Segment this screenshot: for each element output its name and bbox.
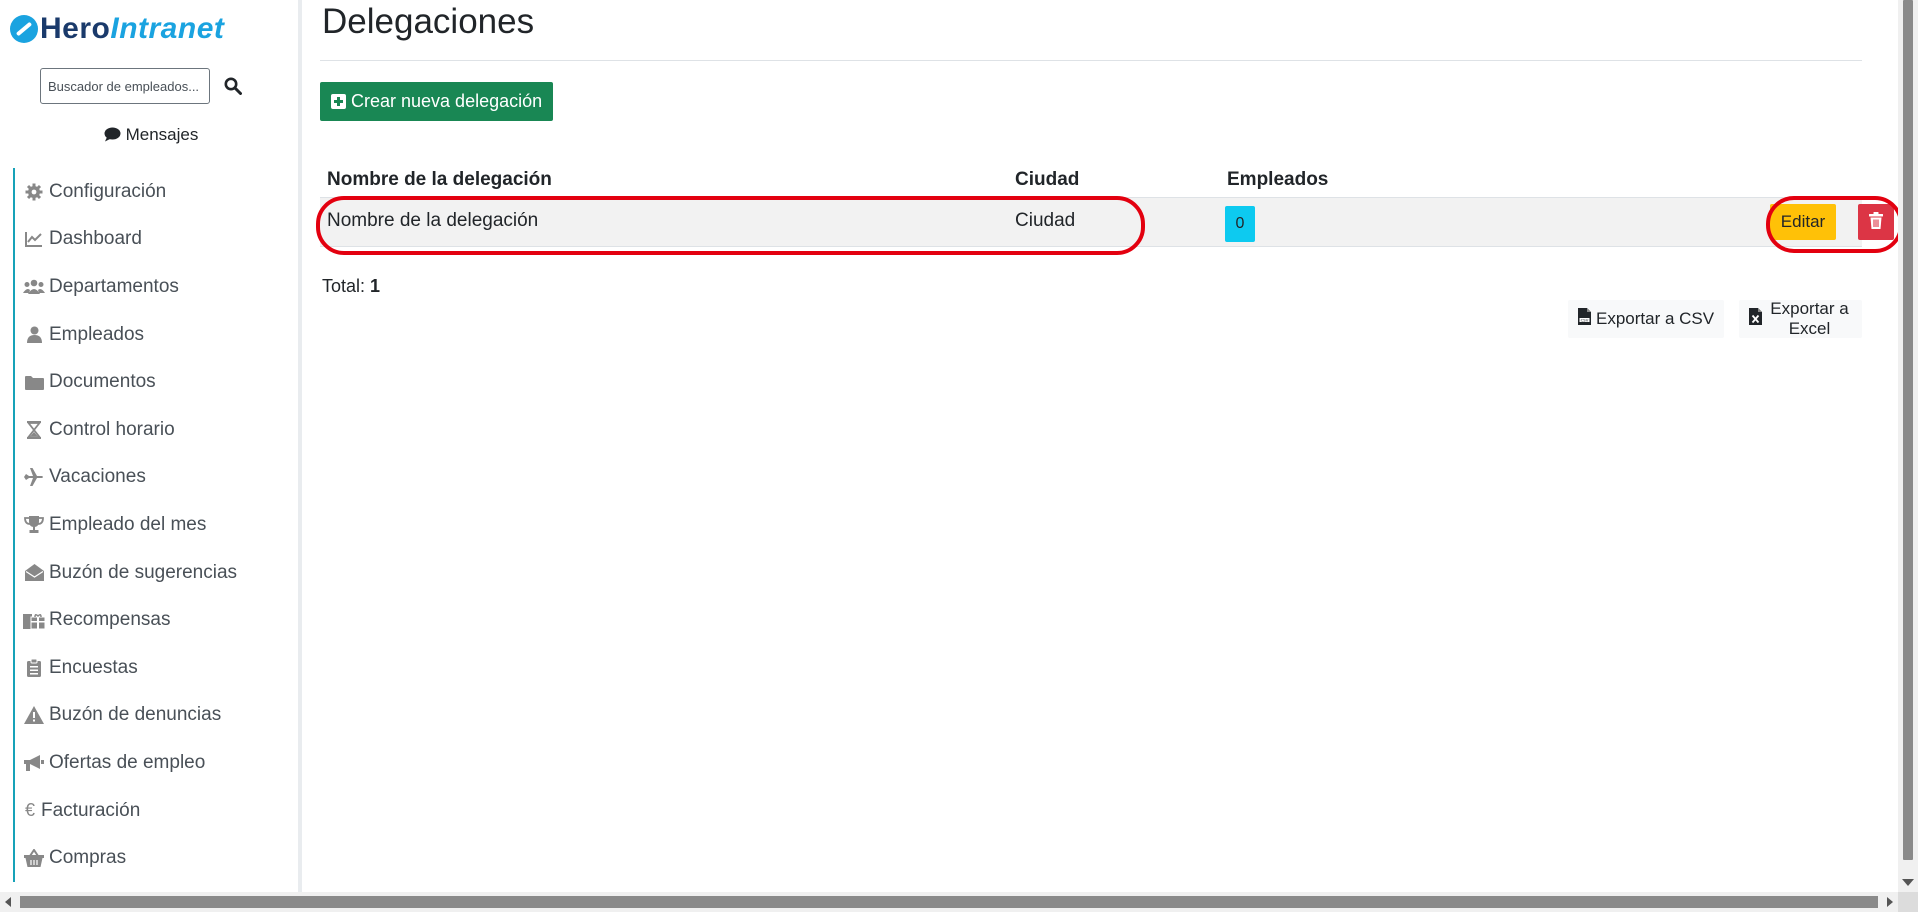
scroll-left-arrow-icon[interactable]	[5, 897, 11, 907]
sidebar-item-label: Vacaciones	[49, 466, 146, 488]
trophy-icon	[23, 514, 45, 536]
sidebar-item-label: Encuestas	[49, 656, 138, 678]
highlight-annotation-actions	[1766, 196, 1903, 253]
vertical-scrollbar[interactable]	[1898, 0, 1918, 892]
euro-icon: €	[24, 800, 35, 821]
column-header-employees: Empleados	[1227, 169, 1329, 190]
sidebar-item-label: Control horario	[49, 418, 175, 440]
users-icon	[23, 276, 45, 298]
sidebar-item-label: Facturación	[41, 799, 141, 821]
gear-icon	[23, 181, 45, 203]
logo-intranet-text: Intranet	[110, 12, 225, 45]
sidebar-item-buzon-denuncias[interactable]: Buzón de denuncias	[15, 692, 293, 740]
file-excel-icon	[1749, 308, 1762, 330]
sidebar-item-label: Documentos	[49, 371, 156, 393]
title-divider	[320, 60, 1862, 61]
highlight-annotation-row	[316, 196, 1145, 255]
app-window: HeroIntranet Mensajes Configuración	[0, 0, 1918, 912]
sidebar-item-label: Compras	[49, 847, 127, 869]
scroll-right-arrow-icon[interactable]	[1887, 897, 1893, 907]
scrollbar-corner	[1898, 892, 1918, 912]
sidebar-item-ofertas-empleo[interactable]: Ofertas de empleo	[15, 739, 293, 787]
scroll-down-arrow-icon[interactable]	[1902, 879, 1914, 886]
warning-icon	[23, 704, 45, 726]
sidebar-item-label: Empleado del mes	[49, 513, 207, 535]
horizontal-scroll-thumb[interactable]	[20, 896, 1878, 908]
employee-count-badge: 0	[1225, 206, 1255, 242]
sidebar-item-label: Buzón de sugerencias	[49, 561, 238, 583]
plus-square-icon	[331, 94, 346, 109]
envelope-open-icon	[23, 562, 45, 584]
create-delegation-label: Crear nueva delegación	[351, 91, 543, 111]
gifts-icon	[23, 609, 45, 631]
messages-link[interactable]: Mensajes	[0, 125, 298, 147]
messages-label: Mensajes	[125, 125, 199, 144]
logo[interactable]: HeroIntranet	[10, 12, 224, 46]
sidebar-item-label: Empleados	[49, 323, 145, 345]
hourglass-icon	[23, 419, 45, 441]
sidebar-item-encuestas[interactable]: Encuestas	[15, 644, 293, 692]
sidebar-item-empleados[interactable]: Empleados	[15, 311, 293, 359]
export-csv-label: Exportar a CSV	[1596, 309, 1715, 328]
basket-icon	[23, 847, 45, 869]
user-icon	[23, 324, 45, 346]
export-excel-label: Exportar a Excel	[1770, 299, 1849, 338]
sidebar-item-empleado-del-mes[interactable]: Empleado del mes	[15, 501, 293, 549]
sidebar-item-dashboard[interactable]: Dashboard	[15, 216, 293, 264]
search-input[interactable]	[40, 68, 210, 104]
total-count: Total: 1	[322, 276, 380, 297]
sidebar-item-departamentos[interactable]: Departamentos	[15, 263, 293, 311]
column-header-name: Nombre de la delegación	[327, 169, 552, 190]
sidebar: HeroIntranet Mensajes Configuración	[0, 0, 302, 892]
clipboard-icon	[23, 657, 45, 679]
horizontal-scrollbar[interactable]	[0, 892, 1898, 912]
megaphone-icon	[23, 752, 45, 774]
sidebar-item-buzon-sugerencias[interactable]: Buzón de sugerencias	[15, 549, 293, 597]
sidebar-item-facturacion[interactable]: € Facturación	[15, 787, 293, 835]
export-csv-button[interactable]: CSV Exportar a CSV	[1568, 300, 1725, 338]
sidebar-item-vacaciones[interactable]: Vacaciones	[15, 454, 293, 502]
sidebar-item-configuracion[interactable]: Configuración	[15, 168, 293, 216]
sidebar-item-recompensas[interactable]: Recompensas	[15, 596, 293, 644]
sidebar-item-label: Buzón de denuncias	[49, 704, 222, 726]
logo-hero-text: Hero	[40, 12, 111, 45]
logo-mark-icon	[10, 15, 38, 43]
sidebar-item-label: Dashboard	[49, 228, 142, 250]
page-title: Delegaciones	[322, 2, 535, 41]
plane-icon	[23, 466, 45, 488]
total-value: 1	[370, 276, 381, 296]
search-icon[interactable]	[222, 75, 244, 97]
svg-text:CSV: CSV	[1581, 317, 1589, 322]
sidebar-item-label: Configuración	[49, 180, 167, 202]
sidebar-item-control-horario[interactable]: Control horario	[15, 406, 293, 454]
export-excel-button[interactable]: Exportar a Excel	[1739, 299, 1862, 338]
chart-line-icon	[23, 228, 45, 250]
employee-search	[40, 68, 244, 104]
folder-icon	[23, 371, 45, 393]
create-delegation-button[interactable]: Crear nueva delegación	[320, 82, 554, 121]
file-csv-icon: CSV	[1578, 308, 1591, 330]
total-label: Total:	[322, 276, 366, 296]
comment-icon	[104, 127, 121, 147]
column-header-city: Ciudad	[1015, 169, 1080, 190]
sidebar-item-label: Recompensas	[49, 609, 171, 631]
vertical-scroll-thumb[interactable]	[1903, 0, 1913, 860]
table-header: Nombre de la delegación Ciudad Empleados	[320, 160, 1862, 198]
sidebar-item-label: Departamentos	[49, 275, 179, 297]
sidebar-item-label: Ofertas de empleo	[49, 751, 206, 773]
sidebar-item-compras[interactable]: Compras	[15, 834, 293, 882]
sidebar-item-documentos[interactable]: Documentos	[15, 358, 293, 406]
sidebar-nav: Configuración Dashboard Departamentos Em…	[13, 168, 293, 882]
